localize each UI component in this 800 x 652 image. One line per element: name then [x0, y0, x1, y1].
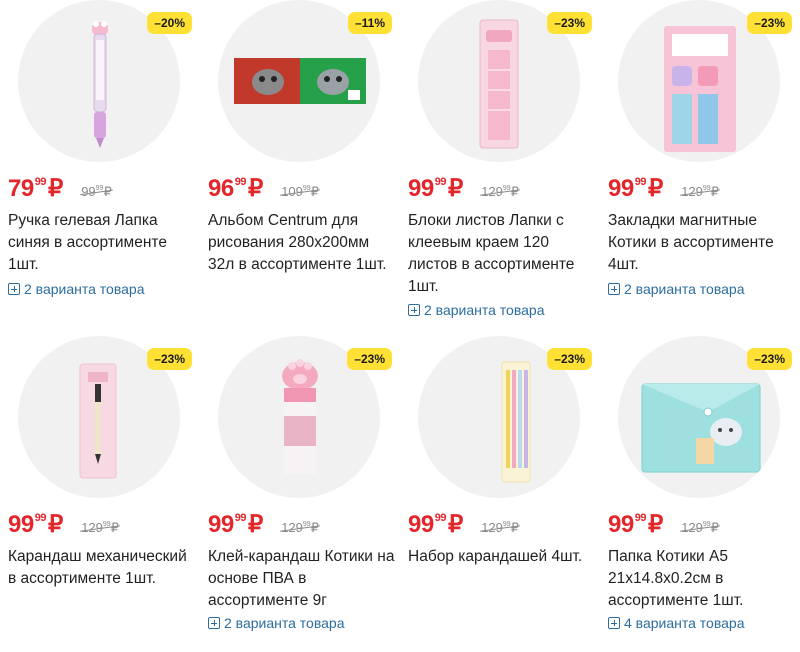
old-price: 12999₽	[81, 520, 119, 535]
old-price: 9999₽	[81, 184, 112, 199]
discount-badge: –20%	[147, 12, 192, 34]
current-price: 9999₽	[408, 511, 463, 538]
current-price: 9999₽	[408, 175, 463, 202]
current-price: 9999₽	[608, 175, 663, 202]
product-title[interactable]: Клей-карандаш Котики на основе ПВА в асс…	[208, 546, 396, 612]
product-title[interactable]: Закладки магнитные Котики в ассортименте…	[608, 210, 796, 276]
price-row: 9999₽ 12999₽	[408, 510, 519, 539]
old-price: 12999₽	[681, 184, 719, 199]
price-row: 9999₽ 12999₽	[608, 174, 719, 203]
price-row: 9699₽ 10999₽	[208, 174, 319, 203]
product-title[interactable]: Карандаш механический в ассортименте 1шт…	[8, 546, 196, 590]
discount-badge: –23%	[747, 12, 792, 34]
discount-badge: –23%	[547, 12, 592, 34]
plus-square-icon	[8, 283, 20, 295]
variants-link[interactable]: 2 варианта товара	[408, 302, 544, 318]
plus-square-icon	[208, 617, 220, 629]
product-grid: –20% 7999₽ 9999₽ Ручка гелевая Лапка син…	[0, 0, 800, 652]
discount-badge: –23%	[347, 348, 392, 370]
old-price: 12999₽	[681, 520, 719, 535]
discount-badge: –23%	[747, 348, 792, 370]
price-row: 9999₽ 12999₽	[608, 510, 719, 539]
old-price: 12999₽	[481, 184, 519, 199]
variants-link[interactable]: 2 варианта товара	[208, 615, 344, 631]
old-price: 10999₽	[281, 184, 319, 199]
price-row: 7999₽ 9999₽	[8, 174, 112, 203]
discount-badge: –23%	[547, 348, 592, 370]
plus-square-icon	[608, 283, 620, 295]
plus-square-icon	[408, 304, 420, 316]
product-title[interactable]: Блоки листов Лапки с клеевым краем 120 л…	[408, 210, 596, 298]
current-price: 7999₽	[8, 175, 63, 202]
variants-link[interactable]: 2 варианта товара	[8, 281, 144, 297]
product-title[interactable]: Набор карандашей 4шт.	[408, 546, 596, 568]
product-title[interactable]: Папка Котики А5 21х14.8х0.2см в ассортим…	[608, 546, 796, 612]
variants-link[interactable]: 4 варианта товара	[608, 615, 744, 631]
discount-badge: –23%	[147, 348, 192, 370]
current-price: 9999₽	[208, 511, 263, 538]
old-price: 12999₽	[481, 520, 519, 535]
discount-badge: –11%	[347, 12, 392, 34]
variants-link[interactable]: 2 варианта товара	[608, 281, 744, 297]
product-title[interactable]: Альбом Centrum для рисования 280х200мм 3…	[208, 210, 396, 276]
product-title[interactable]: Ручка гелевая Лапка синяя в ассортименте…	[8, 210, 196, 276]
price-row: 9999₽ 12999₽	[208, 510, 319, 539]
current-price: 9999₽	[8, 511, 63, 538]
price-row: 9999₽ 12999₽	[408, 174, 519, 203]
old-price: 12999₽	[281, 520, 319, 535]
plus-square-icon	[608, 617, 620, 629]
current-price: 9999₽	[608, 511, 663, 538]
current-price: 9699₽	[208, 175, 263, 202]
price-row: 9999₽ 12999₽	[8, 510, 119, 539]
